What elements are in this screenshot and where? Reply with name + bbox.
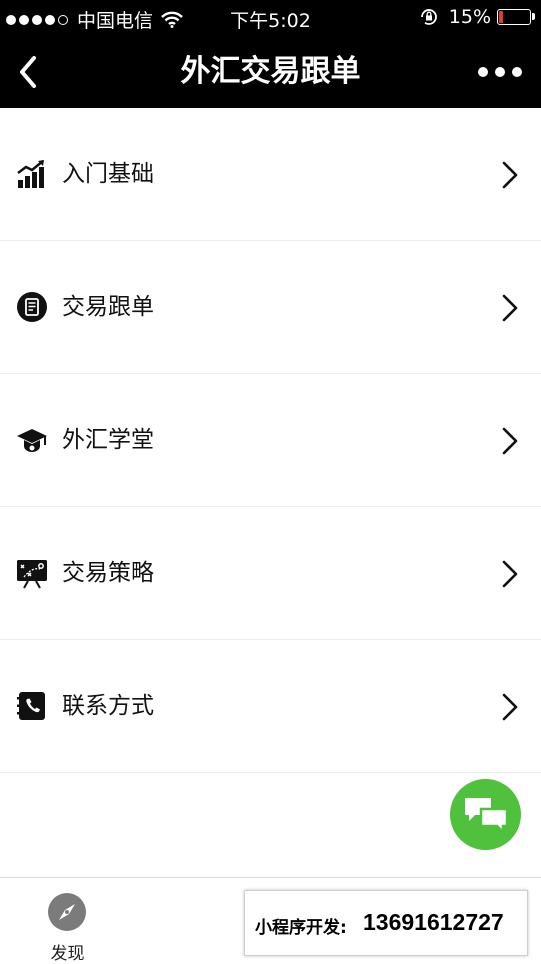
menu-item-copy-trading[interactable]: 交易跟单 (0, 241, 541, 374)
nav-bar: 外汇交易跟单 (0, 36, 541, 108)
menu-item-label: 交易策略 (62, 560, 154, 586)
document-icon (17, 292, 47, 322)
menu-item-strategy[interactable]: 交易策略 (0, 507, 541, 640)
chevron-right-icon (502, 560, 518, 588)
menu-item-label: 入门基础 (62, 161, 154, 187)
ad-label: 小程序开发: (255, 918, 347, 938)
battery-fill (499, 11, 503, 23)
chevron-right-icon (502, 427, 518, 455)
ad-phone-number: 13691612727 (363, 909, 504, 935)
chart-bars-icon (17, 160, 44, 188)
page-title: 外汇交易跟单 (180, 54, 361, 89)
menu-list: 入门基础 交易跟单 外汇学堂 交易策略 联系方式 (0, 108, 541, 773)
compass-icon (48, 893, 86, 931)
strategy-board-icon (17, 560, 47, 589)
menu-item-label: 交易跟单 (62, 294, 154, 320)
tab-discover[interactable]: 发现 (0, 878, 135, 964)
battery-percent: 15% (448, 6, 491, 28)
menu-item-label: 联系方式 (62, 693, 154, 719)
chevron-right-icon (502, 294, 518, 322)
menu-item-contact[interactable]: 联系方式 (0, 640, 541, 773)
status-bar: 中国电信 下午5:02 15% (0, 0, 541, 36)
rotation-lock-icon (420, 9, 437, 25)
battery-icon (497, 9, 535, 25)
tab-label: 发现 (50, 944, 85, 964)
more-icon[interactable] (477, 60, 523, 84)
phone-book-icon (17, 692, 45, 720)
chevron-right-icon (502, 161, 518, 189)
status-right: 15% (419, 6, 535, 28)
chat-button[interactable] (450, 779, 521, 850)
menu-item-forex-school[interactable]: 外汇学堂 (0, 374, 541, 507)
chat-bubbles-icon (465, 798, 509, 835)
developer-ad-banner: 小程序开发: 13691612727 (244, 890, 528, 956)
chevron-right-icon (502, 693, 518, 721)
menu-item-basics[interactable]: 入门基础 (0, 108, 541, 241)
menu-item-label: 外汇学堂 (62, 427, 154, 453)
graduation-cap-icon (17, 429, 47, 452)
